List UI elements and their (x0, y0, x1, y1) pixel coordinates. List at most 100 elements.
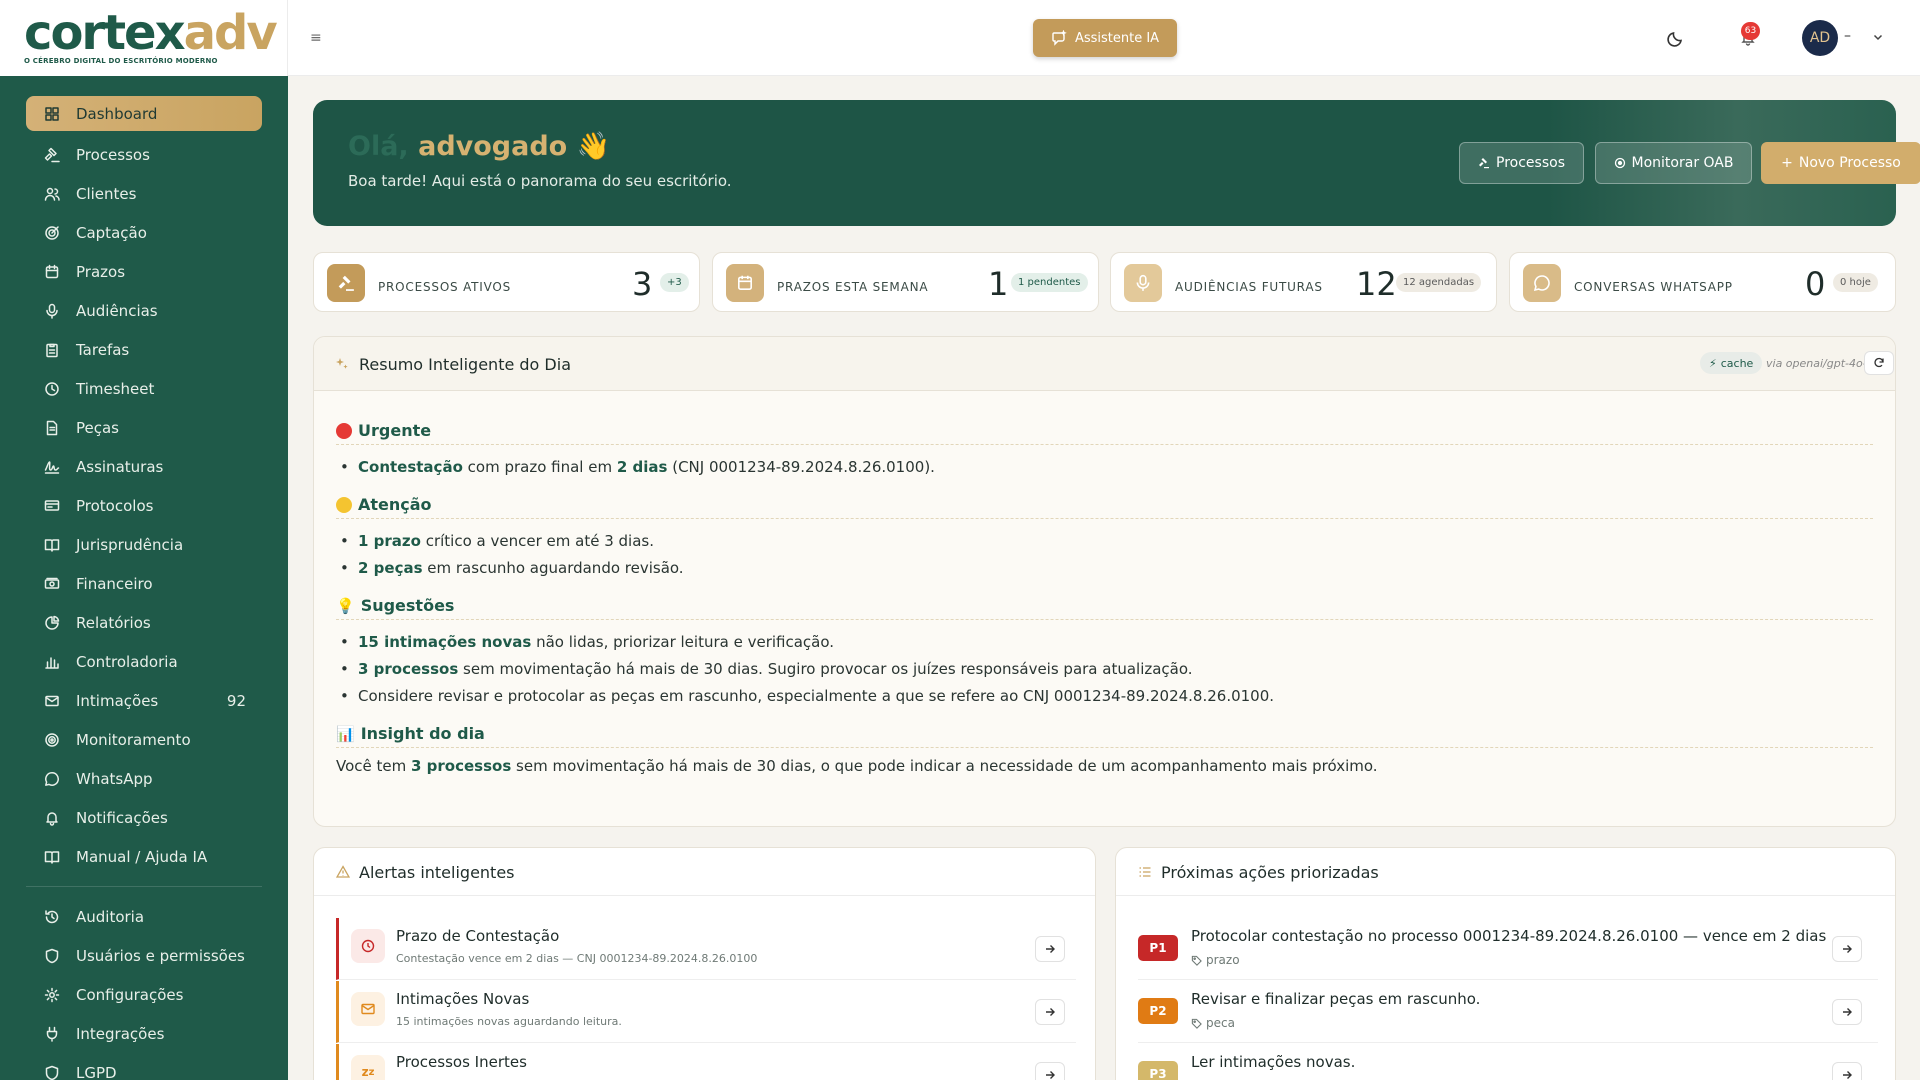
bold-text: 3 processos (411, 757, 512, 775)
action-item[interactable]: P3 Ler intimações novas. (1138, 1044, 1878, 1080)
menu-toggle-icon[interactable]: ≡ (310, 30, 322, 46)
sidebar-item-whatsapp[interactable]: WhatsApp (26, 759, 262, 798)
open-alert-button[interactable] (1035, 936, 1065, 962)
sidebar-item-financeiro[interactable]: Financeiro (26, 564, 262, 603)
bold-text: 1 prazo (358, 532, 421, 550)
list-item: 1 prazo crítico a vencer em até 3 dias. (336, 528, 1873, 555)
sidebar-nav: Dashboard Processos Clientes Captação Prazos… (0, 76, 288, 1080)
yellow-circle-icon (336, 496, 352, 513)
bold-text: 2 dias (616, 458, 668, 476)
assistant-ia-button[interactable]: Assistente IA (1033, 19, 1177, 57)
radar-icon (1614, 157, 1625, 169)
atencao-heading: Atenção (336, 495, 1873, 519)
monitorar-oab-button[interactable]: Monitorar OAB (1595, 142, 1752, 184)
sidebar-item-processos[interactable]: Processos (26, 135, 262, 174)
user-name[interactable]: – (1844, 28, 1851, 44)
sidebar-item-jurisprudencia[interactable]: Jurisprudência (26, 525, 262, 564)
chevron-down-icon[interactable] (1872, 31, 1884, 43)
stat-card-whatsapp[interactable]: CONVERSAS WHATSAPP 0 0 hoje (1509, 252, 1896, 312)
urgente-list: Contestação com prazo final em 2 dias (C… (336, 454, 1873, 481)
sidebar-item-audiencias[interactable]: Audiências (26, 291, 262, 330)
stat-card-processos[interactable]: PROCESSOS ATIVOS 3 +3 (313, 252, 700, 312)
hero-processos-label: Processos (1496, 155, 1565, 171)
book-icon (44, 537, 60, 553)
sidebar-item-prazos[interactable]: Prazos (26, 252, 262, 291)
logo[interactable]: cortexadv O CÉREBRO DIGITAL DO ESCRITÓRI… (0, 0, 288, 76)
sugestoes-heading: 💡 Sugestões (336, 596, 1873, 620)
hero-greeting: Olá, (348, 131, 409, 162)
action-item[interactable]: P2 Revisar e finalizar peças em rascunho… (1138, 981, 1878, 1043)
open-alert-button[interactable] (1035, 1062, 1065, 1080)
priority-badge: P2 (1138, 998, 1178, 1024)
bold-text: 3 processos (358, 660, 459, 678)
sidebar-item-label: Monitoramento (76, 730, 191, 749)
grid-icon (44, 106, 60, 122)
sidebar-item-auditoria[interactable]: Auditoria (26, 897, 262, 936)
action-item[interactable]: P1 Protocolar contestação no processo 00… (1138, 918, 1878, 980)
novo-processo-button[interactable]: + Novo Processo (1761, 142, 1920, 184)
hero-processos-button[interactable]: Processos (1459, 142, 1584, 184)
sidebar-item-label: Jurisprudência (76, 535, 184, 554)
sidebar-item-protocolos[interactable]: Protocolos (26, 486, 262, 525)
stat-label: AUDIÊNCIAS FUTURAS (1175, 280, 1323, 294)
sidebar-item-usuarios-e-permissoes[interactable]: Usuários e permissões (26, 936, 262, 975)
sidebar-item-label: Dashboard (76, 104, 158, 123)
ai-chat-icon (1052, 30, 1067, 46)
cache-label: cache (1720, 356, 1754, 370)
signature-icon (44, 459, 60, 475)
sidebar-item-notificacoes[interactable]: Notificações (26, 798, 262, 837)
hero-subtitle: Boa tarde! Aqui está o panorama do seu e… (348, 172, 732, 190)
sidebar-item-integracoes[interactable]: Integrações (26, 1014, 262, 1053)
sidebar-item-pecas[interactable]: Peças (26, 408, 262, 447)
hero-user-name: advogado (418, 131, 568, 162)
text: não lidas, priorizar leitura e verificaç… (531, 633, 835, 651)
text: sem movimentação há mais de 30 dias, o q… (511, 757, 1378, 775)
open-action-button[interactable] (1832, 999, 1862, 1025)
open-action-button[interactable] (1832, 936, 1862, 962)
tag-label: prazo (1206, 953, 1240, 967)
logo-tagline: O CÉREBRO DIGITAL DO ESCRITÓRIO MODERNO (24, 57, 218, 65)
sidebar-item-tarefas[interactable]: Tarefas (26, 330, 262, 369)
stat-label: PRAZOS ESTA SEMANA (777, 280, 929, 294)
refresh-button[interactable] (1864, 351, 1894, 375)
stat-badge: 12 agendadas (1396, 273, 1482, 292)
logo-part-cortex: cortex (24, 5, 186, 61)
stat-card-prazos[interactable]: PRAZOS ESTA SEMANA 1 1 pendentes (712, 252, 1099, 312)
avatar[interactable]: AD (1802, 20, 1838, 56)
sidebar-item-timesheet[interactable]: Timesheet (26, 369, 262, 408)
stat-badge: 0 hoje (1833, 273, 1878, 292)
sidebar-item-assinaturas[interactable]: Assinaturas (26, 447, 262, 486)
sidebar-item-label: Intimações (76, 691, 159, 710)
assistant-ia-label: Assistente IA (1074, 30, 1160, 46)
sidebar-item-lgpd[interactable]: LGPD (26, 1053, 262, 1080)
sidebar-item-label: Manual / Ajuda IA (76, 847, 208, 866)
moon-icon[interactable] (1666, 28, 1686, 48)
alert-title: Prazo de Contestação (396, 927, 560, 945)
text: sem movimentação há mais de 30 dias. Sug… (458, 660, 1193, 678)
radar-icon (44, 732, 60, 748)
open-alert-button[interactable] (1035, 999, 1065, 1025)
sidebar-item-captacao[interactable]: Captação (26, 213, 262, 252)
sidebar-item-dashboard[interactable]: Dashboard (26, 96, 262, 131)
gear-icon (44, 987, 60, 1003)
sidebar-item-relatorios[interactable]: Relatórios (26, 603, 262, 642)
list-item: 3 processos sem movimentação há mais de … (336, 656, 1873, 683)
sidebar-item-label: Financeiro (76, 574, 153, 593)
sidebar-item-configuracoes[interactable]: Configurações (26, 975, 262, 1014)
alert-item[interactable]: zz Processos Inertes (336, 1044, 1076, 1080)
sugestoes-list: 15 intimações novas não lidas, priorizar… (336, 629, 1873, 710)
arrow-right-icon (1046, 1071, 1055, 1079)
sidebar-item-controladoria[interactable]: Controladoria (26, 642, 262, 681)
sidebar-item-intimacoes[interactable]: Intimações 92 (26, 681, 262, 720)
sidebar-item-manual-ajuda-ia[interactable]: Manual / Ajuda IA (26, 837, 262, 876)
alert-item[interactable]: Prazo de Contestação Contestação vence e… (336, 918, 1076, 980)
action-tag: peca (1191, 1016, 1235, 1030)
sidebar-item-monitoramento[interactable]: Monitoramento (26, 720, 262, 759)
priority-badge: P3 (1138, 1061, 1178, 1080)
stat-card-audiencias[interactable]: AUDIÊNCIAS FUTURAS 12 12 agendadas (1110, 252, 1497, 312)
alert-item[interactable]: Intimações Novas 15 intimações novas agu… (336, 981, 1076, 1043)
list-item: 15 intimações novas não lidas, priorizar… (336, 629, 1873, 656)
stat-label: PROCESSOS ATIVOS (378, 280, 512, 294)
sidebar-item-clientes[interactable]: Clientes (26, 174, 262, 213)
open-action-button[interactable] (1832, 1062, 1862, 1080)
